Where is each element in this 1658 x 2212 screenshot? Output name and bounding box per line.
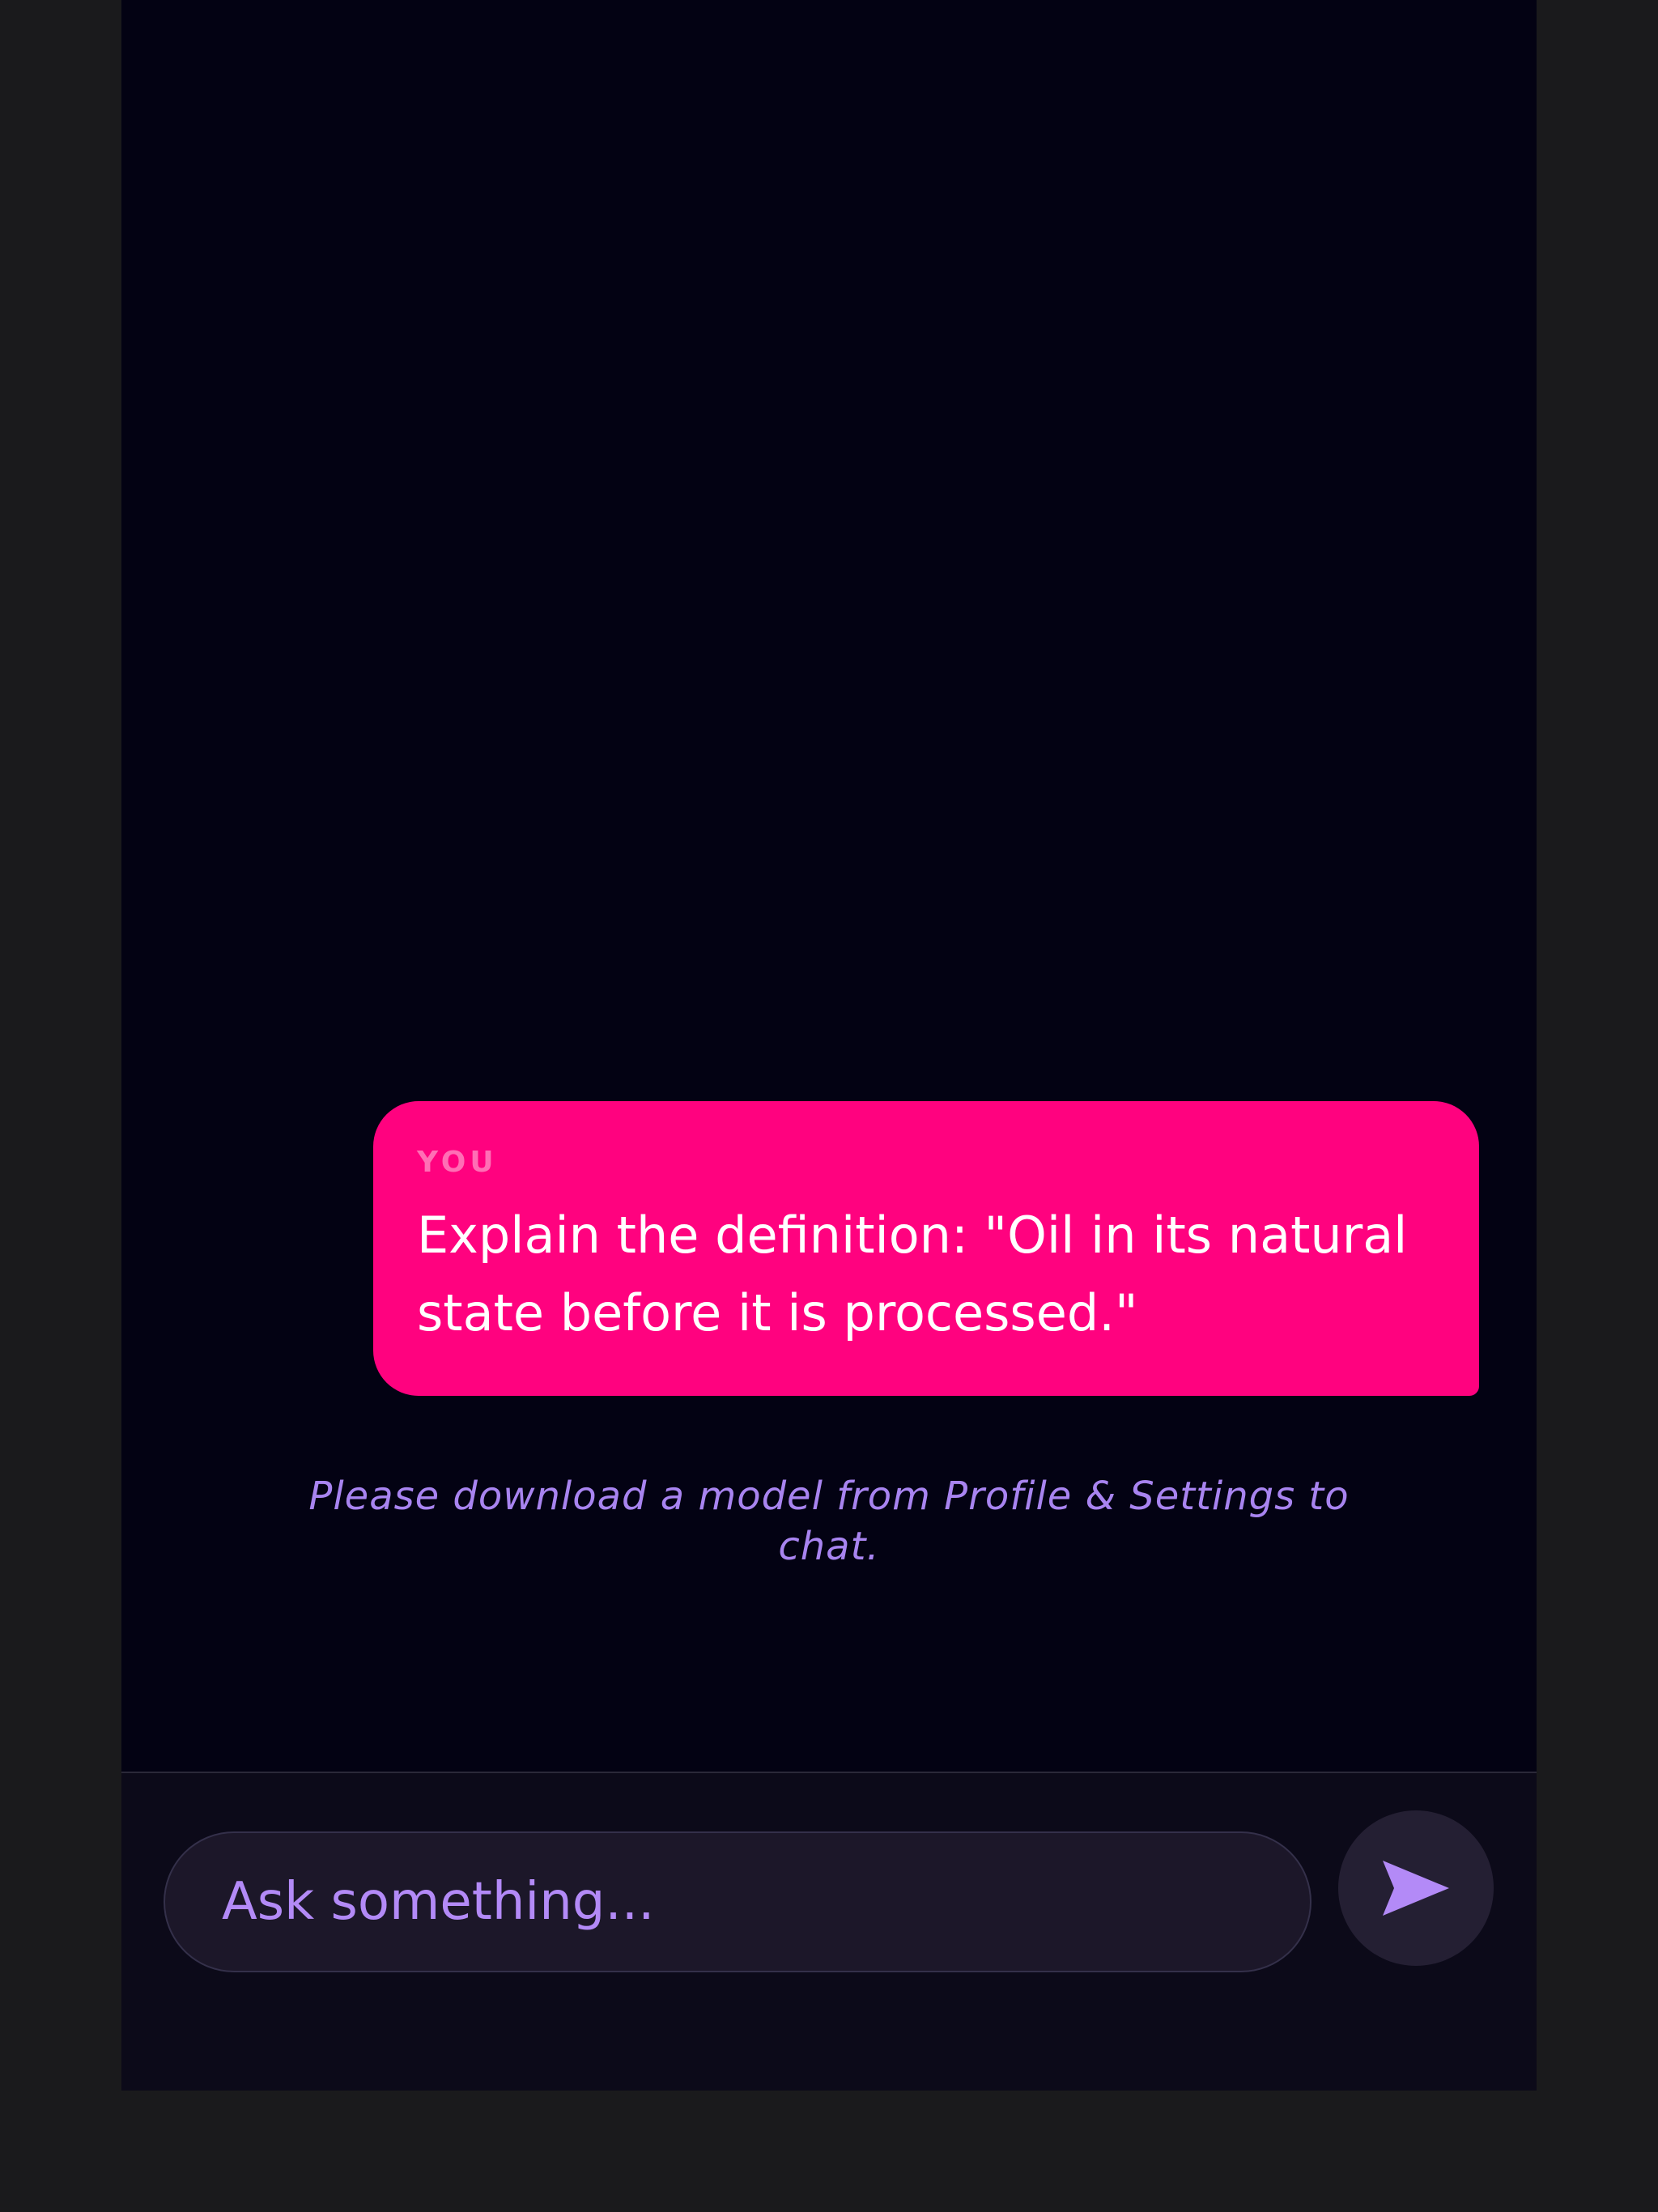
- message-text: Explain the definition: "Oil in its natu…: [417, 1206, 1408, 1342]
- chat-input[interactable]: [222, 1872, 1310, 1932]
- app-window: YOU Explain the definition: "Oil in its …: [121, 0, 1537, 2091]
- no-model-notice: Please download a model from Profile & S…: [308, 1474, 1350, 1569]
- message-composer: [121, 1772, 1537, 2091]
- chat-messages-area: YOU Explain the definition: "Oil in its …: [121, 0, 1537, 1772]
- message-sender-label: YOU: [417, 1146, 498, 1179]
- send-button[interactable]: [1338, 1810, 1494, 1966]
- chat-input-container[interactable]: [164, 1831, 1312, 1972]
- send-icon: [1383, 1861, 1449, 1916]
- user-message-bubble: YOU Explain the definition: "Oil in its …: [373, 1101, 1479, 1396]
